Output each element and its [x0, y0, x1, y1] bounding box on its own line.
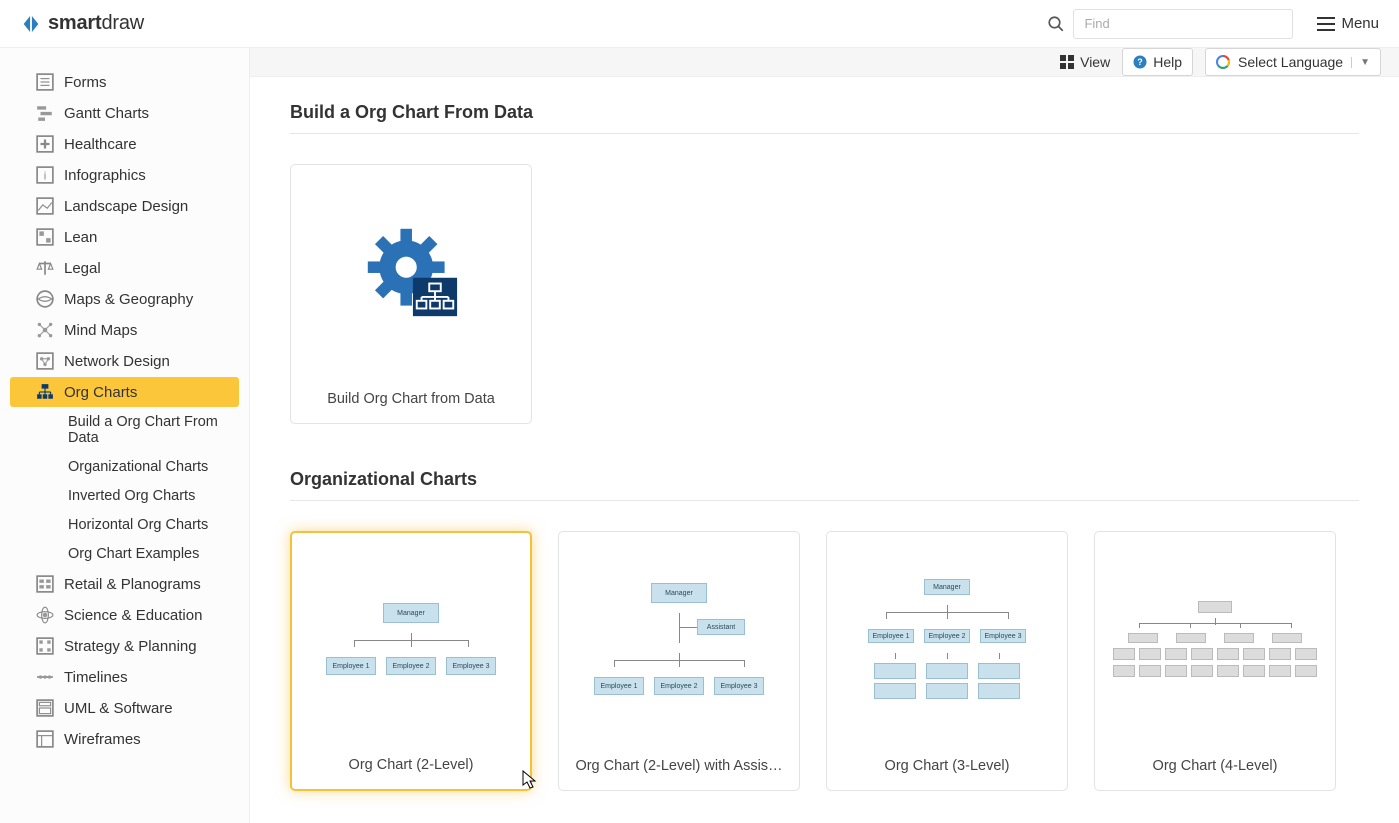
card-thumb: Manager Assistant Employe [559, 532, 799, 746]
sidebar-item-strategy[interactable]: Strategy & Planning [10, 631, 239, 661]
hamburger-icon [1317, 17, 1335, 31]
sidebar-item-network[interactable]: Network Design [10, 346, 239, 376]
sidebar-item-label: Lean [64, 229, 97, 246]
sidebar-item-label: Timelines [64, 669, 128, 686]
logo-text: smartdraw [48, 12, 144, 35]
network-icon [36, 352, 54, 370]
mindmap-icon [36, 321, 54, 339]
sidebar-item-label: Healthcare [64, 136, 137, 153]
sidebar-item-label: Science & Education [64, 607, 202, 624]
svg-text:i: i [44, 171, 47, 183]
landscape-icon [36, 197, 54, 215]
sidebar-item-label: Infographics [64, 167, 146, 184]
sidebar-item-retail[interactable]: Retail & Planograms [10, 569, 239, 599]
sidebar-item-mindmap[interactable]: Mind Maps [10, 315, 239, 345]
sidebar-sub-inverted[interactable]: Inverted Org Charts [10, 482, 239, 510]
card-org-4level[interactable]: Org Chart (4-Level) [1094, 531, 1336, 791]
toolbar: View ? Help Select Language ▼ [250, 48, 1399, 77]
retail-icon [36, 575, 54, 593]
search [1047, 9, 1293, 39]
card-label: Build Org Chart from Data [291, 379, 531, 423]
card-thumb [291, 165, 531, 379]
menu-label: Menu [1341, 15, 1379, 32]
legal-icon [36, 259, 54, 277]
science-icon [36, 606, 54, 624]
section-title-build: Build a Org Chart From Data [290, 102, 1359, 134]
view-label: View [1080, 54, 1110, 70]
gear-data-icon [363, 224, 459, 320]
sidebar-item-infographics[interactable]: i Infographics [10, 160, 239, 190]
sidebar-item-landscape[interactable]: Landscape Design [10, 191, 239, 221]
sidebar-item-maps[interactable]: Maps & Geography [10, 284, 239, 314]
sidebar-item-science[interactable]: Science & Education [10, 600, 239, 630]
sidebar-item-label: Maps & Geography [64, 291, 193, 308]
timeline-icon [36, 668, 54, 686]
card-org-3level[interactable]: Manager Employee 1 Employee 2 Employee 3 [826, 531, 1068, 791]
search-input[interactable] [1073, 9, 1293, 39]
grid-icon [1060, 55, 1074, 69]
language-select[interactable]: Select Language ▼ [1205, 48, 1381, 76]
logo[interactable]: smartdraw [20, 12, 144, 35]
chevron-down-icon: ▼ [1351, 57, 1370, 68]
sidebar-item-healthcare[interactable]: Healthcare [10, 129, 239, 159]
main: View ? Help Select Language ▼ Build a Or… [250, 48, 1399, 823]
sidebar-item-label: Forms [64, 74, 107, 91]
card-label: Org Chart (4-Level) [1095, 746, 1335, 790]
sidebar-item-label: Network Design [64, 353, 170, 370]
sidebar-item-label: Landscape Design [64, 198, 188, 215]
maps-icon [36, 290, 54, 308]
gantt-icon [36, 104, 54, 122]
card-org-2level[interactable]: Manager Employee 1 Employee 2 Employee 3 [290, 531, 532, 791]
sidebar: Forms Gantt Charts Healthcare i Infograph… [0, 48, 250, 823]
card-thumb: Manager Employee 1 Employee 2 Employee 3 [827, 532, 1067, 746]
sidebar-sub-build-from-data[interactable]: Build a Org Chart From Data [10, 408, 239, 452]
sidebar-item-forms[interactable]: Forms [10, 67, 239, 97]
logo-icon [20, 13, 42, 35]
search-icon[interactable] [1047, 15, 1065, 33]
menu-button[interactable]: Menu [1317, 15, 1379, 32]
help-icon: ? [1133, 55, 1147, 69]
google-icon [1216, 55, 1230, 69]
card-build-from-data[interactable]: Build Org Chart from Data [290, 164, 532, 424]
orgchart-icon [36, 383, 54, 401]
topbar: smartdraw Menu [0, 0, 1399, 48]
sidebar-item-orgcharts[interactable]: Org Charts [10, 377, 239, 407]
sidebar-item-timelines[interactable]: Timelines [10, 662, 239, 692]
sidebar-sub-organizational[interactable]: Organizational Charts [10, 453, 239, 481]
sidebar-item-label: Org Charts [64, 384, 137, 401]
svg-text:?: ? [1137, 57, 1143, 67]
sidebar-item-legal[interactable]: Legal [10, 253, 239, 283]
sidebar-item-label: Gantt Charts [64, 105, 149, 122]
sidebar-item-wireframes[interactable]: Wireframes [10, 724, 239, 754]
card-thumb: Manager Employee 1 Employee 2 Employee 3 [292, 533, 530, 745]
forms-icon [36, 73, 54, 91]
sidebar-sub-examples[interactable]: Org Chart Examples [10, 540, 239, 568]
strategy-icon [36, 637, 54, 655]
healthcare-icon [36, 135, 54, 153]
card-label: Org Chart (3-Level) [827, 746, 1067, 790]
sidebar-sub-horizontal[interactable]: Horizontal Org Charts [10, 511, 239, 539]
sidebar-item-label: Wireframes [64, 731, 141, 748]
help-button[interactable]: ? Help [1122, 48, 1193, 76]
uml-icon [36, 699, 54, 717]
sidebar-item-gantt[interactable]: Gantt Charts [10, 98, 239, 128]
card-label: Org Chart (2-Level) [292, 745, 530, 789]
sidebar-item-label: UML & Software [64, 700, 173, 717]
wireframe-icon [36, 730, 54, 748]
card-thumb [1095, 532, 1335, 746]
infographics-icon: i [36, 166, 54, 184]
section-title-org: Organizational Charts [290, 469, 1359, 501]
sidebar-item-label: Retail & Planograms [64, 576, 201, 593]
sidebar-item-label: Mind Maps [64, 322, 137, 339]
card-label: Org Chart (2-Level) with Assis… [559, 746, 799, 790]
sidebar-item-label: Strategy & Planning [64, 638, 197, 655]
help-label: Help [1153, 54, 1182, 70]
card-org-2level-assistant[interactable]: Manager Assistant Employe [558, 531, 800, 791]
sidebar-item-label: Legal [64, 260, 101, 277]
view-button[interactable]: View [1060, 54, 1110, 70]
sidebar-item-lean[interactable]: Lean [10, 222, 239, 252]
lean-icon [36, 228, 54, 246]
language-label: Select Language [1238, 54, 1343, 70]
sidebar-item-uml[interactable]: UML & Software [10, 693, 239, 723]
